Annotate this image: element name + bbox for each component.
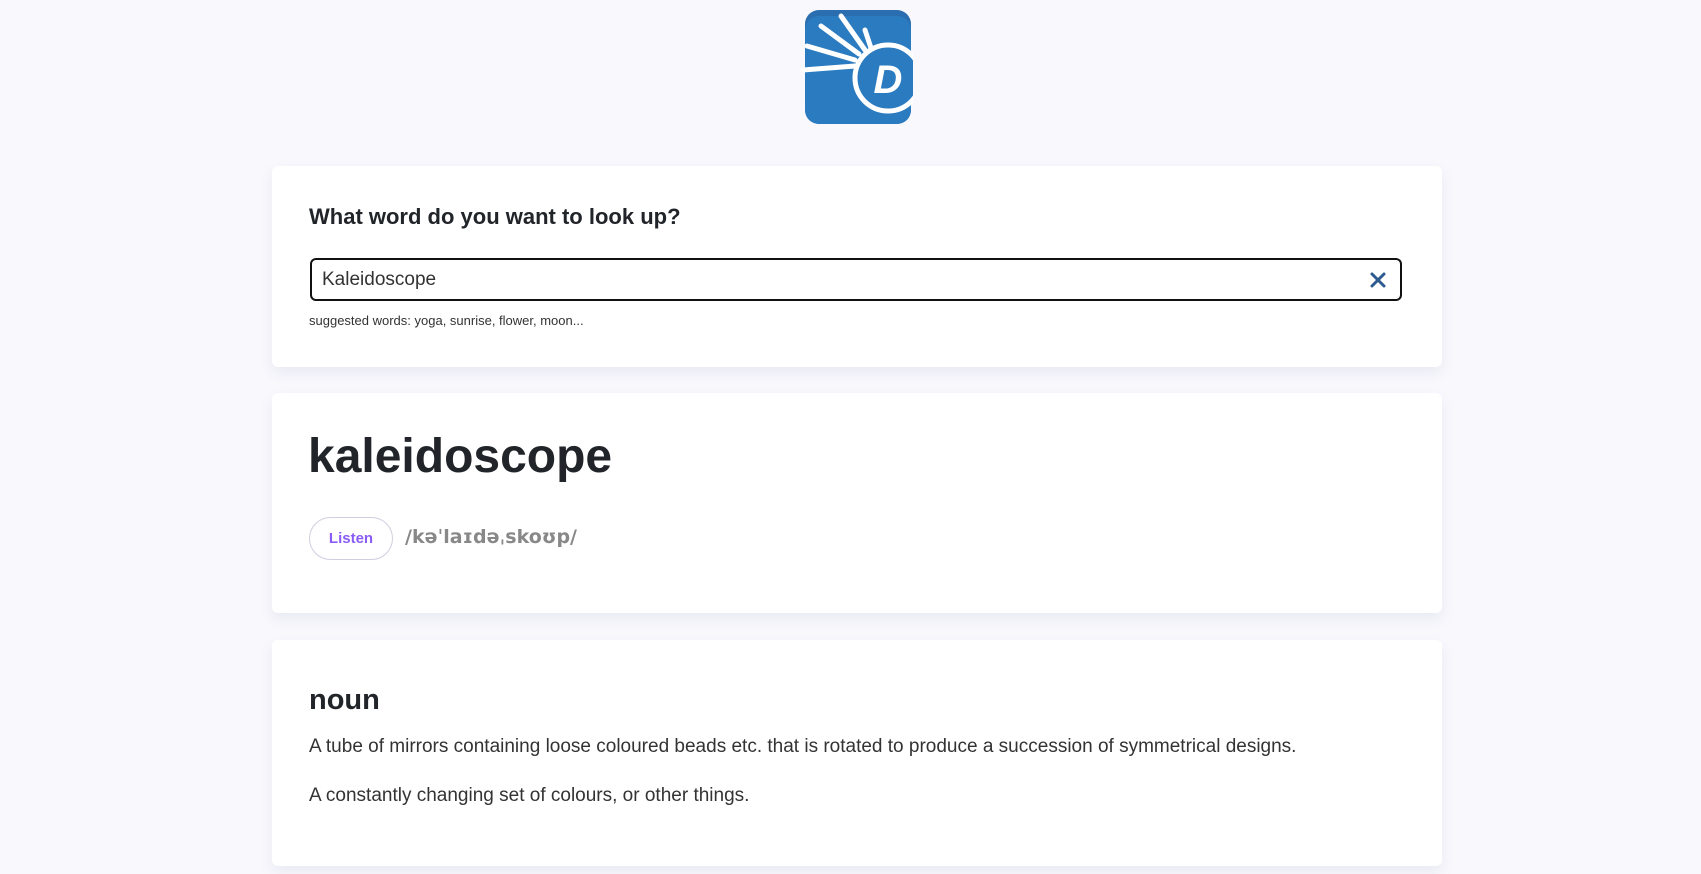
part-of-speech: noun (309, 684, 380, 716)
dictionary-logo: D (800, 10, 913, 124)
search-input[interactable] (322, 260, 1352, 299)
search-box[interactable] (310, 258, 1402, 301)
word-card: kaleidoscope Listen /kəˈlaɪdəˌskoʊp/ (272, 393, 1442, 613)
listen-button[interactable]: Listen (309, 517, 393, 560)
close-icon[interactable] (1368, 270, 1388, 290)
definition-item: A tube of mirrors containing loose colou… (309, 736, 1297, 757)
search-heading: What word do you want to look up? (309, 204, 681, 229)
phonetic-text: /kəˈlaɪdəˌskoʊp/ (405, 526, 577, 548)
word-title: kaleidoscope (308, 430, 613, 483)
meaning-card: noun A tube of mirrors containing loose … (272, 640, 1442, 866)
logo-letter: D (874, 58, 903, 102)
search-card: What word do you want to look up? sugges… (272, 166, 1442, 367)
suggested-words: suggested words: yoga, sunrise, flower, … (309, 313, 584, 328)
definition-item: A constantly changing set of colours, or… (309, 785, 750, 806)
